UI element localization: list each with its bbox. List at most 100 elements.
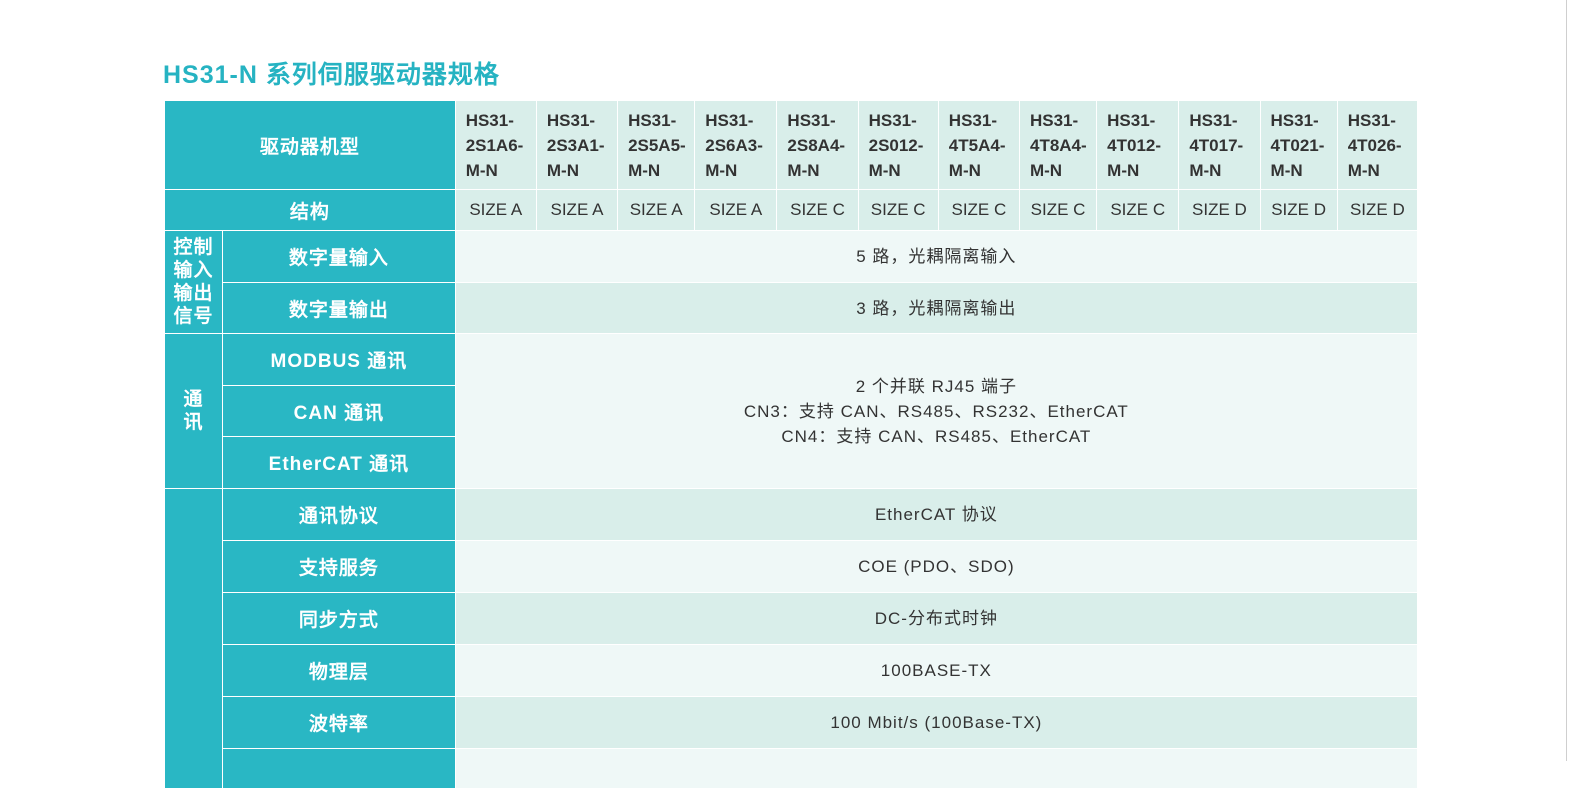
baud-value: 100 Mbit/s (100Base-TX) <box>454 696 1419 749</box>
model-header-cell: HS31- 4T017- M-N <box>1178 100 1261 190</box>
structure-size-cell: SIZE A <box>617 189 696 231</box>
io-group-line: 控制 <box>173 237 214 258</box>
model-name-line: HS31- <box>705 110 754 130</box>
model-name-line: HS31- <box>465 110 514 130</box>
protocol-value: EtherCAT 协议 <box>454 488 1419 541</box>
model-name-line: 2S6A3- <box>705 135 763 155</box>
model-name-line: HS31- <box>787 110 836 130</box>
model-name-line: HS31- <box>948 110 997 130</box>
modbus-row: 通 讯 MODBUS 通讯 2 个并联 RJ45 端子 CN3：支持 CAN、R… <box>163 333 1419 489</box>
model-name-line: M-N <box>1107 160 1140 180</box>
model-header-cell: HS31- 2S5A5- M-N <box>617 100 696 190</box>
model-name-line: 4T5A4- <box>948 135 1006 155</box>
service-value: COE (PDO、SDO) <box>454 540 1419 593</box>
model-name-line: 2S3A1- <box>546 135 605 155</box>
model-name-line: HS31- <box>1029 110 1079 130</box>
model-name-line: M-N <box>546 160 579 180</box>
model-header-cell: HS31- 4T021- M-N <box>1259 100 1338 190</box>
structure-size-cell: SIZE D <box>1336 189 1419 231</box>
header-label: 驱动器机型 <box>164 100 456 190</box>
partial-label <box>222 748 456 789</box>
model-name-line: HS31- <box>1189 110 1238 130</box>
model-header-cell: HS31- 2S3A1- M-N <box>535 100 619 190</box>
phy-row: 物理层 100BASE-TX <box>165 644 1419 697</box>
model-name-line: 4T017- <box>1189 135 1244 155</box>
model-name-line: M-N <box>1347 160 1380 180</box>
modbus-label: MODBUS 通讯 <box>222 333 456 386</box>
comm-group-line: 通 <box>183 389 204 410</box>
model-name-line: 4T012- <box>1107 135 1162 155</box>
sync-value: DC-分布式时钟 <box>454 592 1419 645</box>
structure-size-cell: SIZE A <box>454 189 537 231</box>
io-group-line: 输入 <box>173 260 214 281</box>
can-label: CAN 通讯 <box>222 385 456 437</box>
page-edge-line <box>1566 0 1567 761</box>
phy-value: 100BASE-TX <box>454 644 1419 697</box>
model-row: 驱动器机型 HS31- 2S1A6- M-N HS31- 2S3A1- M-N HS31- 2… <box>164 100 1419 190</box>
spec-table: 驱动器机型 HS31- 2S1A6- M-N HS31- 2S3A1- M-N HS31- 2… <box>163 100 1419 789</box>
model-name-line: 4T8A4- <box>1029 135 1087 155</box>
io-group-line: 信号 <box>173 306 214 327</box>
baud-row: 波特率 100 Mbit/s (100Base-TX) <box>165 696 1419 749</box>
model-header-cell: HS31- 2S8A4- M-N <box>776 100 859 190</box>
model-name-line: HS31- <box>1270 110 1319 130</box>
model-header-cell: HS31- 4T5A4- M-N <box>937 100 1020 190</box>
baud-label: 波特率 <box>222 696 456 749</box>
comm-group-label: 通 讯 <box>163 333 224 489</box>
structure-size-cell: SIZE C <box>857 189 939 231</box>
io-group-line: 输出 <box>173 283 214 304</box>
model-name-line: 2S8A4- <box>787 135 846 155</box>
model-name-line: HS31- <box>546 110 596 130</box>
partial-value <box>454 748 1419 789</box>
sync-row: 同步方式 DC-分布式时钟 <box>165 592 1419 645</box>
comm-value-line: CN3：支持 CAN、RS485、RS232、EtherCAT <box>743 401 1129 421</box>
ethercat-group-cell <box>163 488 224 789</box>
digital-output-label: 数字量输出 <box>222 282 456 334</box>
comm-group-line: 讯 <box>183 412 204 433</box>
protocol-row: 通讯协议 EtherCAT 协议 <box>163 488 1419 789</box>
service-label: 支持服务 <box>222 540 456 593</box>
digital-input-row: 控制 输入 输出 信号 数字量输入 5 路，光耦隔离输入 <box>163 230 1419 334</box>
model-header-cell: HS31- 4T012- M-N <box>1096 100 1180 190</box>
model-name-line: HS31- <box>1347 110 1396 130</box>
page-title: HS31-N 系列伺服驱动器规格 <box>163 61 500 89</box>
structure-size-cell: SIZE C <box>776 189 859 231</box>
model-name-line: M-N <box>1189 160 1222 180</box>
model-header-cell: HS31- 4T026- M-N <box>1336 100 1419 190</box>
model-name-line: M-N <box>705 160 738 180</box>
model-name-line: HS31- <box>868 110 917 130</box>
structure-size-cell: SIZE A <box>535 189 619 231</box>
structure-size-cell: SIZE D <box>1259 189 1338 231</box>
digital-output-row: 数字量输出 3 路，光耦隔离输出 <box>165 282 1419 334</box>
digital-input-label: 数字量输入 <box>222 230 456 283</box>
digital-input-value: 5 路，光耦隔离输入 <box>454 230 1419 283</box>
model-name-line: M-N <box>1029 160 1063 180</box>
structure-size-cell: SIZE C <box>1018 189 1098 231</box>
model-name-line: 2S1A6- <box>465 135 524 155</box>
structure-size-cell: SIZE C <box>937 189 1020 231</box>
comm-value-line: 2 个并联 RJ45 端子 <box>855 376 1017 396</box>
model-name-line: 2S012- <box>868 135 924 155</box>
structure-size-cell: SIZE D <box>1178 189 1261 231</box>
model-name-line: M-N <box>1270 160 1303 180</box>
digital-output-value: 3 路，光耦隔离输出 <box>454 282 1419 334</box>
model-name-line: M-N <box>868 160 901 180</box>
model-name-line: HS31- <box>628 110 677 130</box>
io-group-label: 控制 输入 输出 信号 <box>163 230 224 334</box>
structure-row: 结构 SIZE A SIZE A SIZE A SIZE A SIZE C SIZE CS… <box>164 189 1419 231</box>
service-row: 支持服务 COE (PDO、SDO) <box>165 540 1419 593</box>
comm-value-line: CN4：支持 CAN、RS485、EtherCAT <box>781 426 1092 446</box>
protocol-label: 通讯协议 <box>222 488 456 541</box>
model-header-cell: HS31- 2S012- M-N <box>857 100 939 190</box>
model-name-line: M-N <box>787 160 820 180</box>
model-name-line: M-N <box>628 160 661 180</box>
structure-label: 结构 <box>164 189 456 231</box>
model-header-cell: HS31- 4T8A4- M-N <box>1018 100 1098 190</box>
model-header-cell: HS31- 2S1A6- M-N <box>454 100 537 190</box>
model-name-line: 4T021- <box>1270 135 1325 155</box>
model-name-line: 2S5A5- <box>628 135 686 155</box>
structure-size-cell: SIZE A <box>694 189 778 231</box>
sync-label: 同步方式 <box>222 592 456 645</box>
model-name-line: 4T026- <box>1347 135 1402 155</box>
model-name-line: HS31- <box>1107 110 1156 130</box>
